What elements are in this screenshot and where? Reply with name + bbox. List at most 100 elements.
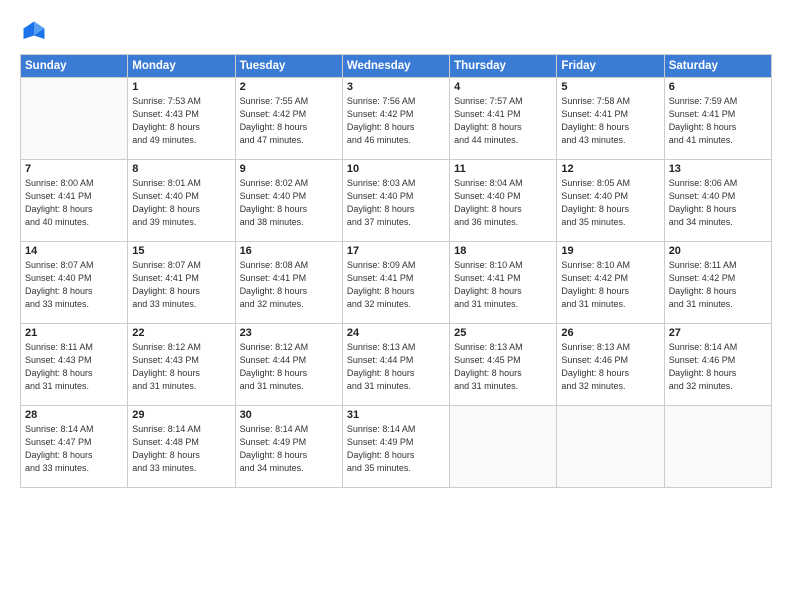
calendar-cell: 4Sunrise: 7:57 AMSunset: 4:41 PMDaylight… [450, 78, 557, 160]
cell-info: Sunrise: 8:14 AMSunset: 4:49 PMDaylight:… [347, 423, 445, 475]
calendar-cell [664, 406, 771, 488]
cell-info: Sunrise: 7:55 AMSunset: 4:42 PMDaylight:… [240, 95, 338, 147]
day-number: 2 [240, 81, 338, 93]
cell-info: Sunrise: 8:13 AMSunset: 4:44 PMDaylight:… [347, 341, 445, 393]
calendar-cell: 1 Sunrise: 7:53 AMSunset: 4:43 PMDaylight… [128, 78, 235, 160]
day-number: 7 [25, 163, 123, 175]
cell-info: Sunrise: 8:12 AMSunset: 4:44 PMDaylight:… [240, 341, 338, 393]
cell-info: Sunrise: 8:03 AMSunset: 4:40 PMDaylight:… [347, 177, 445, 229]
cell-info: Sunrise: 8:01 AMSunset: 4:40 PMDaylight:… [132, 177, 230, 229]
day-number: 8 [132, 163, 230, 175]
calendar-cell: 19 Sunrise: 8:10 AMSunset: 4:42 PMDayligh… [557, 242, 664, 324]
cell-info: Sunrise: 8:07 AMSunset: 4:41 PMDaylight:… [132, 259, 230, 311]
calendar-cell: 17Sunrise: 8:09 AMSunset: 4:41 PMDayligh… [342, 242, 449, 324]
cell-info: Sunrise: 7:58 AMSunset: 4:41 PMDaylight:… [561, 95, 659, 147]
page: SundayMondayTuesdayWednesdayThursdayFrid… [0, 0, 792, 612]
cell-info: Sunrise: 8:08 AMSunset: 4:41 PMDaylight:… [240, 259, 338, 311]
calendar-cell: 29 Sunrise: 8:14 AMSunset: 4:48 PMDayligh… [128, 406, 235, 488]
week-row-4: 28 Sunrise: 8:14 AMSunset: 4:47 PMDayligh… [21, 406, 772, 488]
day-number: 30 [240, 409, 338, 421]
day-number: 13 [669, 163, 767, 175]
cell-info: Sunrise: 8:14 AMSunset: 4:46 PMDaylight:… [669, 341, 767, 393]
cell-info: Sunrise: 8:11 AMSunset: 4:42 PMDaylight:… [669, 259, 767, 311]
calendar-cell: 2 Sunrise: 7:55 AMSunset: 4:42 PMDaylight… [235, 78, 342, 160]
day-number: 31 [347, 409, 445, 421]
calendar-cell: 10 Sunrise: 8:03 AMSunset: 4:40 PMDayligh… [342, 160, 449, 242]
cell-info: Sunrise: 7:59 AMSunset: 4:41 PMDaylight:… [669, 95, 767, 147]
day-number: 27 [669, 327, 767, 339]
weekday-header-saturday: Saturday [664, 55, 771, 78]
week-row-1: 7Sunrise: 8:00 AMSunset: 4:41 PMDaylight… [21, 160, 772, 242]
cell-info: Sunrise: 8:06 AMSunset: 4:40 PMDaylight:… [669, 177, 767, 229]
week-row-3: 21 Sunrise: 8:11 AMSunset: 4:43 PMDayligh… [21, 324, 772, 406]
calendar-cell: 21 Sunrise: 8:11 AMSunset: 4:43 PMDayligh… [21, 324, 128, 406]
calendar-cell: 28 Sunrise: 8:14 AMSunset: 4:47 PMDayligh… [21, 406, 128, 488]
cell-info: Sunrise: 8:09 AMSunset: 4:41 PMDaylight:… [347, 259, 445, 311]
cell-info: Sunrise: 8:07 AMSunset: 4:40 PMDaylight:… [25, 259, 123, 311]
calendar-cell: 18 Sunrise: 8:10 AMSunset: 4:41 PMDayligh… [450, 242, 557, 324]
day-number: 1 [132, 81, 230, 93]
day-number: 9 [240, 163, 338, 175]
calendar-cell [450, 406, 557, 488]
calendar-cell: 8 Sunrise: 8:01 AMSunset: 4:40 PMDaylight… [128, 160, 235, 242]
weekday-header-wednesday: Wednesday [342, 55, 449, 78]
cell-info: Sunrise: 8:05 AMSunset: 4:40 PMDaylight:… [561, 177, 659, 229]
calendar-cell: 23 Sunrise: 8:12 AMSunset: 4:44 PMDayligh… [235, 324, 342, 406]
day-number: 15 [132, 245, 230, 257]
day-number: 21 [25, 327, 123, 339]
calendar-cell: 16 Sunrise: 8:08 AMSunset: 4:41 PMDayligh… [235, 242, 342, 324]
calendar-cell: 22 Sunrise: 8:12 AMSunset: 4:43 PMDayligh… [128, 324, 235, 406]
week-row-0: 1 Sunrise: 7:53 AMSunset: 4:43 PMDaylight… [21, 78, 772, 160]
day-number: 19 [561, 245, 659, 257]
weekday-header-monday: Monday [128, 55, 235, 78]
weekday-header-thursday: Thursday [450, 55, 557, 78]
day-number: 26 [561, 327, 659, 339]
calendar-cell: 30 Sunrise: 8:14 AMSunset: 4:49 PMDayligh… [235, 406, 342, 488]
day-number: 24 [347, 327, 445, 339]
cell-info: Sunrise: 8:04 AMSunset: 4:40 PMDaylight:… [454, 177, 552, 229]
logo [20, 18, 52, 46]
cell-info: Sunrise: 8:10 AMSunset: 4:42 PMDaylight:… [561, 259, 659, 311]
cell-info: Sunrise: 8:13 AMSunset: 4:46 PMDaylight:… [561, 341, 659, 393]
calendar-cell: 27 Sunrise: 8:14 AMSunset: 4:46 PMDayligh… [664, 324, 771, 406]
calendar-cell [21, 78, 128, 160]
day-number: 16 [240, 245, 338, 257]
cell-info: Sunrise: 8:13 AMSunset: 4:45 PMDaylight:… [454, 341, 552, 393]
cell-info: Sunrise: 8:14 AMSunset: 4:47 PMDaylight:… [25, 423, 123, 475]
weekday-header-friday: Friday [557, 55, 664, 78]
calendar-cell: 7Sunrise: 8:00 AMSunset: 4:41 PMDaylight… [21, 160, 128, 242]
day-number: 22 [132, 327, 230, 339]
cell-info: Sunrise: 7:53 AMSunset: 4:43 PMDaylight:… [132, 95, 230, 147]
day-number: 28 [25, 409, 123, 421]
calendar-cell: 5 Sunrise: 7:58 AMSunset: 4:41 PMDaylight… [557, 78, 664, 160]
calendar-cell: 25Sunrise: 8:13 AMSunset: 4:45 PMDayligh… [450, 324, 557, 406]
weekday-header-sunday: Sunday [21, 55, 128, 78]
day-number: 3 [347, 81, 445, 93]
calendar-cell: 12 Sunrise: 8:05 AMSunset: 4:40 PMDayligh… [557, 160, 664, 242]
cell-info: Sunrise: 8:11 AMSunset: 4:43 PMDaylight:… [25, 341, 123, 393]
day-number: 12 [561, 163, 659, 175]
day-number: 29 [132, 409, 230, 421]
header [20, 18, 772, 46]
day-number: 18 [454, 245, 552, 257]
day-number: 5 [561, 81, 659, 93]
day-number: 20 [669, 245, 767, 257]
cell-info: Sunrise: 8:14 AMSunset: 4:48 PMDaylight:… [132, 423, 230, 475]
day-number: 23 [240, 327, 338, 339]
calendar-cell: 11Sunrise: 8:04 AMSunset: 4:40 PMDayligh… [450, 160, 557, 242]
weekday-header-tuesday: Tuesday [235, 55, 342, 78]
cell-info: Sunrise: 8:14 AMSunset: 4:49 PMDaylight:… [240, 423, 338, 475]
calendar-cell: 9Sunrise: 8:02 AMSunset: 4:40 PMDaylight… [235, 160, 342, 242]
day-number: 6 [669, 81, 767, 93]
cell-info: Sunrise: 8:10 AMSunset: 4:41 PMDaylight:… [454, 259, 552, 311]
calendar-cell: 3 Sunrise: 7:56 AMSunset: 4:42 PMDaylight… [342, 78, 449, 160]
calendar-cell: 15 Sunrise: 8:07 AMSunset: 4:41 PMDayligh… [128, 242, 235, 324]
calendar-cell: 31 Sunrise: 8:14 AMSunset: 4:49 PMDayligh… [342, 406, 449, 488]
day-number: 10 [347, 163, 445, 175]
calendar-cell [557, 406, 664, 488]
cell-info: Sunrise: 7:56 AMSunset: 4:42 PMDaylight:… [347, 95, 445, 147]
cell-info: Sunrise: 8:12 AMSunset: 4:43 PMDaylight:… [132, 341, 230, 393]
calendar-cell: 26 Sunrise: 8:13 AMSunset: 4:46 PMDayligh… [557, 324, 664, 406]
day-number: 4 [454, 81, 552, 93]
logo-icon [20, 18, 48, 46]
